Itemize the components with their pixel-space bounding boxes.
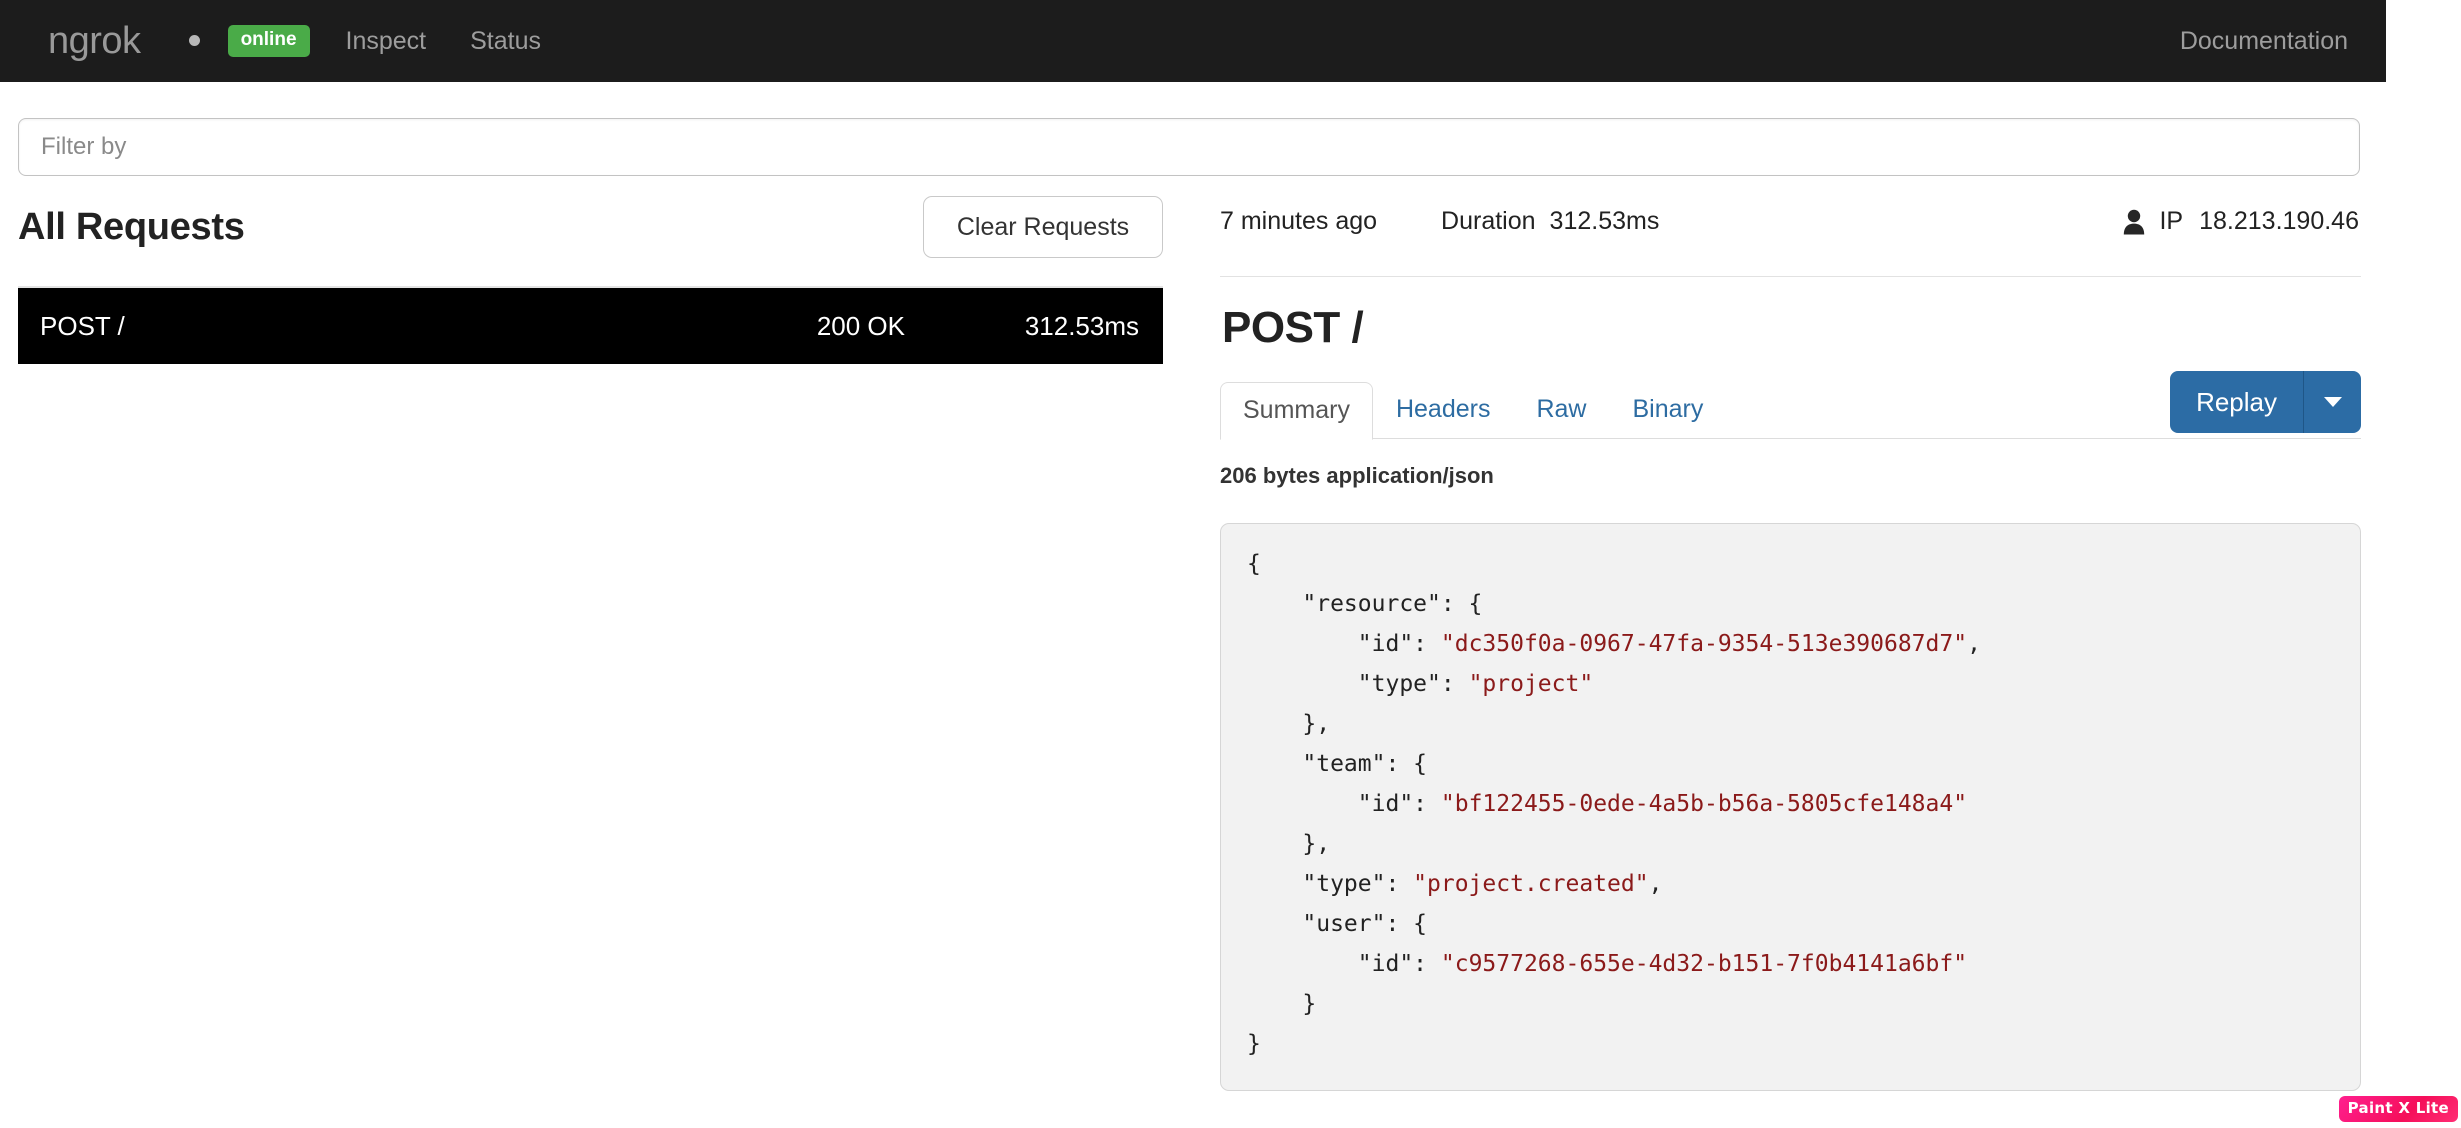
clear-requests-button[interactable]: Clear Requests — [923, 196, 1163, 258]
nav-link-status[interactable]: Status — [470, 27, 541, 56]
list-item[interactable]: POST / 200 OK 312.53ms — [18, 288, 1163, 364]
json-line: "id": — [1247, 631, 1441, 657]
requests-list: POST / 200 OK 312.53ms — [18, 286, 1163, 364]
chevron-down-icon — [2323, 397, 2342, 407]
ngrok-brand-link[interactable]: ngrok — [48, 22, 141, 60]
nav-link-inspect[interactable]: Inspect — [346, 27, 427, 56]
tab-binary[interactable]: Binary — [1609, 381, 1726, 439]
json-line: "resource": { — [1247, 591, 1483, 617]
json-line: "team": { — [1247, 751, 1428, 777]
json-line: "type": — [1247, 671, 1469, 697]
paint-x-lite-watermark: Paint X Lite — [2338, 1096, 2458, 1122]
json-punct: , — [1967, 631, 1981, 657]
request-status: 200 OK — [816, 310, 905, 341]
request-detail-panel: 7 minutes ago Duration 312.53ms IP 18.21… — [1220, 196, 2361, 1091]
client-ip-group: IP 18.213.190.46 — [2123, 196, 2359, 246]
json-line: { — [1247, 551, 1261, 577]
request-method-path: POST / — [40, 310, 125, 341]
json-line: "id": — [1247, 791, 1441, 817]
detail-divider — [1220, 276, 2361, 277]
navbar-right-group: Documentation — [2180, 27, 2348, 56]
tab-raw[interactable]: Raw — [1513, 381, 1609, 439]
replay-dropdown-toggle[interactable] — [2303, 371, 2361, 433]
page-title: All Requests — [18, 206, 245, 248]
json-line: } — [1247, 1031, 1261, 1057]
response-body-panel: { "resource": { "id": "dc350f0a-0967-47f… — [1220, 523, 2361, 1091]
detail-tabs-bar: Summary Headers Raw Binary Replay — [1220, 371, 2361, 440]
request-duration: 312.53ms — [1024, 310, 1139, 341]
ip-label: IP — [2159, 206, 2184, 235]
replay-button[interactable]: Replay — [2170, 371, 2303, 433]
bullet-dot-icon — [188, 35, 200, 47]
tab-headers[interactable]: Headers — [1373, 381, 1514, 439]
json-line: } — [1247, 991, 1317, 1017]
tab-summary[interactable]: Summary — [1220, 382, 1373, 440]
requests-panel: All Requests Clear Requests POST / 200 O… — [18, 196, 1163, 364]
json-value: "c9577268-655e-4d32-b151-7f0b4141a6bf" — [1440, 951, 1968, 977]
search-input[interactable] — [18, 118, 2360, 176]
json-punct: , — [1648, 871, 1663, 897]
requests-panel-header: All Requests Clear Requests — [18, 196, 1163, 276]
json-value: "project" — [1468, 671, 1594, 697]
json-value: "bf122455-0ede-4a5b-b56a-5805cfe148a4" — [1440, 791, 1968, 817]
json-body: { "resource": { "id": "dc350f0a-0967-47f… — [1247, 544, 2334, 1064]
request-timestamp: 7 minutes ago — [1220, 206, 1378, 235]
ip-value: 18.213.190.46 — [2199, 206, 2359, 235]
body-size-type: 206 bytes application/json — [1220, 463, 1494, 488]
nav-link-documentation[interactable]: Documentation — [2180, 27, 2348, 55]
json-line: }, — [1247, 711, 1331, 737]
json-line: "user": { — [1247, 911, 1428, 937]
tunnel-status-group: online — [188, 25, 310, 57]
status-badge: online — [227, 25, 310, 57]
user-icon — [2123, 209, 2145, 235]
filter-bar — [18, 118, 2360, 176]
json-value: "project.created" — [1413, 871, 1649, 897]
json-line: "type": — [1247, 871, 1414, 897]
detail-title: POST / — [1222, 303, 1364, 352]
replay-button-group: Replay — [2170, 371, 2361, 433]
json-line: }, — [1247, 831, 1331, 857]
detail-meta-row: 7 minutes ago Duration 312.53ms IP 18.21… — [1220, 196, 2361, 246]
json-value: "dc350f0a-0967-47fa-9354-513e390687d7" — [1440, 631, 1968, 657]
duration-value: 312.53ms — [1549, 206, 1660, 235]
top-navbar: ngrok online Inspect Status Documentatio… — [0, 0, 2386, 82]
duration-label: Duration — [1441, 206, 1536, 235]
json-line: "id": — [1247, 951, 1441, 977]
